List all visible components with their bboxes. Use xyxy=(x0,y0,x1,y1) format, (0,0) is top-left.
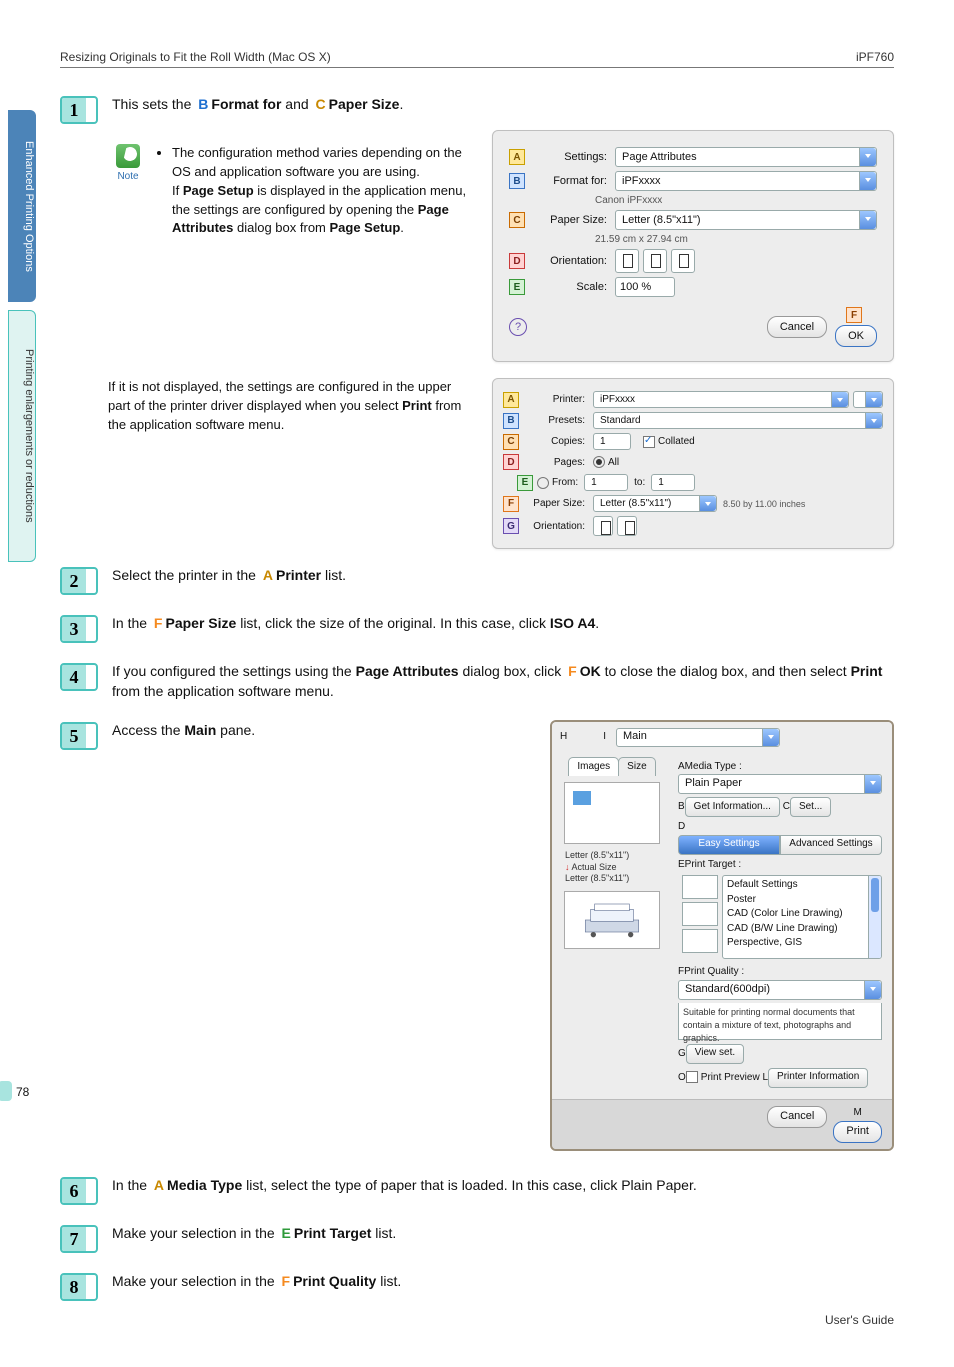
header-left: Resizing Originals to Fit the Roll Width… xyxy=(60,50,331,64)
marker-C: C xyxy=(315,94,327,114)
step-number-7: 7 xyxy=(60,1225,98,1253)
step-4-text: If you configured the settings using the… xyxy=(112,661,894,702)
view-set-button[interactable]: View set. xyxy=(686,1044,744,1064)
marker-B: B xyxy=(197,94,209,114)
step-2-text: Select the printer in the APrinter list. xyxy=(112,565,894,585)
tab-size[interactable]: Size xyxy=(618,757,655,777)
list-scrollbar[interactable] xyxy=(868,876,881,958)
sidebar-tab-enhanced[interactable]: Enhanced Printing Options xyxy=(8,110,36,302)
printer-dropdown[interactable]: iPFxxxx xyxy=(593,391,849,408)
header-right: iPF760 xyxy=(856,50,894,64)
printer-graphic xyxy=(564,891,660,949)
note-body: The configuration method varies dependin… xyxy=(158,144,468,238)
printer-information-button[interactable]: Printer Information xyxy=(768,1068,868,1088)
format-for-dropdown[interactable]: iPFxxxx xyxy=(615,171,877,191)
set-button[interactable]: Set... xyxy=(790,797,831,817)
note-label: Note xyxy=(117,170,138,185)
marker-E-icon: E xyxy=(509,279,525,295)
tab-images[interactable]: Images xyxy=(568,757,619,777)
mainpane-print[interactable]: Print xyxy=(833,1121,882,1143)
page-thumbnail xyxy=(564,782,660,844)
step-8-text: Make your selection in the FPrint Qualit… xyxy=(112,1271,894,1291)
orient2-portrait[interactable] xyxy=(593,516,613,536)
target-thumb-2 xyxy=(682,902,718,926)
to-input[interactable]: 1 xyxy=(651,474,695,491)
print-preview-check[interactable] xyxy=(686,1071,698,1083)
mid-paragraph: If it is not displayed, the settings are… xyxy=(108,378,492,435)
from-input[interactable]: 1 xyxy=(584,474,628,491)
step-5-text: Access the Main pane. xyxy=(112,720,472,1152)
figure-page-attributes: ASettings:Page Attributes BFormat for:iP… xyxy=(492,130,894,362)
marker-D-icon: D xyxy=(509,253,525,269)
print-target-list[interactable]: Default Settings Poster CAD (Color Line … xyxy=(722,875,882,959)
marker-F-icon: F xyxy=(846,307,862,323)
step-6-text: In the AMedia Type list, select the type… xyxy=(112,1175,894,1195)
paper-size-dropdown[interactable]: Letter (8.5"x11") xyxy=(615,210,877,230)
settings-dropdown[interactable]: Page Attributes xyxy=(615,147,877,167)
collated-check[interactable] xyxy=(643,436,655,448)
orientation-portrait[interactable] xyxy=(615,249,639,273)
target-thumb-1 xyxy=(682,875,718,899)
step-1-text: This sets the BFormat for and CPaper Siz… xyxy=(112,94,894,114)
marker-B-icon: B xyxy=(509,173,525,189)
advanced-settings-tab[interactable]: Advanced Settings xyxy=(780,835,882,855)
print-quality-dropdown[interactable]: Standard(600dpi) xyxy=(678,980,882,1000)
pages-all-radio[interactable] xyxy=(593,456,605,468)
orient2-landscape[interactable] xyxy=(617,516,637,536)
pages-from-radio[interactable] xyxy=(537,477,549,489)
papersize2-dropdown[interactable]: Letter (8.5"x11") xyxy=(593,495,717,512)
cancel-button[interactable]: Cancel xyxy=(767,316,827,338)
page-number: 78 xyxy=(16,1085,29,1099)
easy-settings-tab[interactable]: Easy Settings xyxy=(678,835,780,855)
step-number-6: 6 xyxy=(60,1177,98,1205)
step-number-2: 2 xyxy=(60,567,98,595)
note-icon xyxy=(116,144,140,168)
get-information-button[interactable]: Get Information... xyxy=(685,797,780,817)
help-icon[interactable]: ? xyxy=(509,318,527,336)
figure-print-dialog: APrinter:iPFxxxx BPresets:Standard CCopi… xyxy=(492,378,894,549)
media-type-dropdown[interactable]: Plain Paper xyxy=(678,774,882,794)
quality-hint: Suitable for printing normal documents t… xyxy=(678,1003,882,1040)
step-number-8: 8 xyxy=(60,1273,98,1301)
marker-C-icon: C xyxy=(509,212,525,228)
ok-button[interactable]: OK xyxy=(835,325,877,347)
step-number-5: 5 xyxy=(60,722,98,750)
figure-main-pane: H I Main Images Size xyxy=(550,720,894,1152)
thumb-info: Letter (8.5"x11") ↓ Actual Size Letter (… xyxy=(565,850,659,885)
scale-input[interactable]: 100 % xyxy=(615,277,675,297)
orientation-landscape[interactable] xyxy=(643,249,667,273)
sidebar-tab-enlargements[interactable]: Printing enlargements or reductions xyxy=(8,310,36,562)
running-header: Resizing Originals to Fit the Roll Width… xyxy=(60,50,894,68)
step-number-3: 3 xyxy=(60,615,98,643)
copies-input[interactable]: 1 xyxy=(593,433,631,450)
orientation-reverse[interactable] xyxy=(671,249,695,273)
footer: User's Guide xyxy=(825,1313,894,1327)
presets-dropdown[interactable]: Standard xyxy=(593,412,883,429)
step-3-text: In the FPaper Size list, click the size … xyxy=(112,613,894,633)
step-number-4: 4 xyxy=(60,663,98,691)
step-number-1: 1 xyxy=(60,96,98,124)
step-7-text: Make your selection in the EPrint Target… xyxy=(112,1223,894,1243)
printer-expand[interactable] xyxy=(853,391,883,408)
pane-select[interactable]: Main xyxy=(616,728,780,747)
marker-A-icon: A xyxy=(509,149,525,165)
target-thumb-3 xyxy=(682,929,718,953)
mainpane-cancel[interactable]: Cancel xyxy=(767,1106,827,1128)
